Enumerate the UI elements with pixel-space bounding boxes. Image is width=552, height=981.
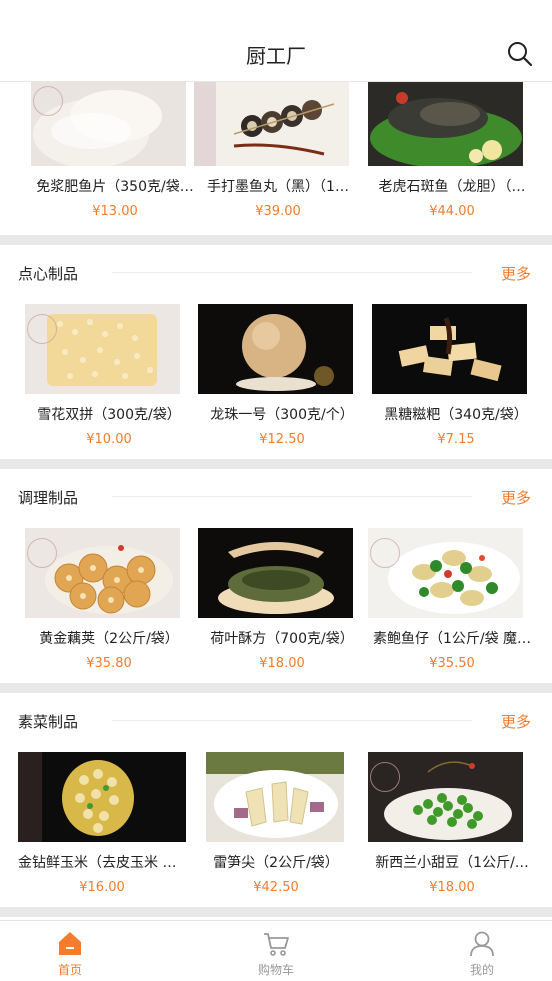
tab-home[interactable]: 首页 <box>0 921 140 981</box>
tab-profile[interactable]: 我的 <box>412 921 552 981</box>
brand-seal <box>33 86 63 116</box>
product-name: 老虎石斑鱼（龙胆）（… <box>378 179 526 195</box>
product-price: ¥18.00 <box>259 656 305 671</box>
product-name: 手打墨鱼丸（黑）（1… <box>207 179 349 195</box>
product-name: 黄金藕荚（2公斤/袋） <box>39 631 179 647</box>
product-image <box>18 752 186 842</box>
product-price: ¥10.00 <box>86 432 132 447</box>
product-price: ¥39.00 <box>255 204 301 219</box>
product-image <box>31 82 186 166</box>
product-price: ¥13.00 <box>92 204 138 219</box>
product-image <box>372 304 527 394</box>
product-image <box>25 528 180 618</box>
tab-label: 首页 <box>57 963 82 977</box>
product-name: 金钻鲜玉米（去皮玉米 … <box>18 855 177 871</box>
cart-icon <box>264 933 289 956</box>
section-rule <box>112 496 472 497</box>
home-feed[interactable]: 免浆肥鱼片（350克/袋… ¥13.00 手打墨鱼丸（黑）（1… ¥39.00 <box>0 82 552 920</box>
section-title-vegetables: 素菜制品 <box>18 713 79 731</box>
product-image <box>25 304 180 394</box>
app-header: 厨工厂 <box>0 0 552 82</box>
brand-seal <box>370 762 400 792</box>
section-divider <box>0 683 552 693</box>
product-name: 雷笋尖（2公斤/袋） <box>213 855 339 871</box>
product-price: ¥44.00 <box>429 204 475 219</box>
product-price: ¥16.00 <box>79 880 125 895</box>
brand-seal <box>27 538 57 568</box>
product-price: ¥35.80 <box>86 656 132 671</box>
product-name: 素鲍鱼仔（1公斤/袋 魔… <box>372 631 532 647</box>
home-icon <box>59 932 81 955</box>
product-image <box>206 752 344 842</box>
product-image <box>368 528 523 618</box>
product-image <box>194 82 349 166</box>
product-name: 免浆肥鱼片（350克/袋… <box>36 179 194 195</box>
user-icon <box>470 931 494 957</box>
product-image <box>368 82 523 166</box>
product-image <box>368 752 523 842</box>
product-name: 新西兰小甜豆（1公斤/… <box>375 855 529 871</box>
product-price: ¥18.00 <box>429 880 475 895</box>
tab-label: 我的 <box>469 963 494 977</box>
brand-seal <box>27 314 57 344</box>
product-name: 荷叶酥方（700克/袋） <box>210 631 354 647</box>
section-rule <box>112 272 472 273</box>
product-price: ¥7.15 <box>437 432 475 447</box>
more-link-dim-sum[interactable]: 更多 <box>501 263 531 284</box>
tab-cart[interactable]: 购物车 <box>206 921 346 981</box>
section-divider <box>0 907 552 917</box>
product-image <box>198 528 353 618</box>
product-name: 龙珠一号（300克/个） <box>210 407 354 423</box>
product-price: ¥35.50 <box>429 656 475 671</box>
search-icon[interactable] <box>506 40 534 68</box>
section-title-dim-sum: 点心制品 <box>18 265 79 283</box>
product-price: ¥42.50 <box>253 880 299 895</box>
more-link-vegetables[interactable]: 更多 <box>501 711 531 732</box>
section-divider <box>0 235 552 245</box>
section-divider <box>0 459 552 469</box>
page-title: 厨工厂 <box>246 44 306 68</box>
product-image <box>198 304 353 394</box>
tab-label: 购物车 <box>257 963 294 977</box>
section-title-prepared: 调理制品 <box>18 489 79 507</box>
product-price: ¥12.50 <box>259 432 305 447</box>
brand-seal <box>370 538 400 568</box>
bottom-tab-bar: 首页 购物车 我的 <box>0 920 552 981</box>
section-rule <box>112 720 472 721</box>
product-name: 黑糖糍粑（340克/袋） <box>384 407 528 423</box>
product-name: 雪花双拼（300克/袋） <box>37 407 181 423</box>
more-link-prepared[interactable]: 更多 <box>501 487 531 508</box>
